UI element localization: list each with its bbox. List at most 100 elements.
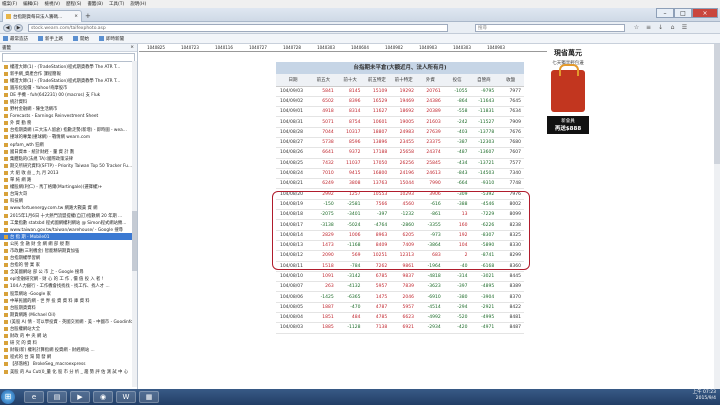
sidebar-bookmark-item[interactable]: 圖形化股價 - Yahoo!奇摩股市 (0, 84, 137, 91)
sidebar-bookmark-item[interactable]: 權證大師(1) - (TradeStation)程式期貨教學 The ATR T… (0, 77, 137, 84)
page-scroll-thumb[interactable] (714, 44, 720, 164)
sidebar-bookmark-item[interactable]: 期貨網路 (Michael Oil) (0, 311, 137, 318)
sidebar-bookmark-item[interactable]: 外 資 勤 務 (0, 120, 137, 127)
menu-item[interactable]: 編輯(E) (23, 1, 38, 7)
sidebar-bookmark-item[interactable]: www.taiwan.gov.tw/taiwan/warehouse/ - Go… (0, 226, 137, 233)
search-input[interactable]: 搜尋 (475, 24, 625, 32)
maximize-button[interactable]: □ (674, 8, 692, 18)
menu-item[interactable]: 歷程(S) (66, 1, 81, 7)
sidebar-bookmark-item[interactable]: 股票網站 -Google 家 (0, 290, 137, 297)
table-cell: 18807 (363, 127, 391, 138)
table-cell: 25845 (417, 158, 444, 169)
taskbar-app-explorer[interactable]: ▤ (47, 391, 67, 403)
scale-label: 1040903 (419, 45, 437, 50)
menu-item[interactable]: 檢視(V) (44, 1, 60, 7)
menu-icon[interactable]: ☰ (680, 24, 689, 32)
sidebar-bookmark-item[interactable]: 研 究 的 資 料 (0, 340, 137, 347)
sidebar-bookmark-item[interactable]: 科技網 (0, 198, 137, 205)
menu-item[interactable]: 檔案(F) (2, 1, 17, 7)
sidebar-scroll-thumb[interactable] (132, 211, 137, 271)
sidebar-bookmark-item[interactable]: 程式的 台 灣 開 發 網 (0, 354, 137, 361)
taskbar-app-firefox[interactable]: ◉ (93, 391, 113, 403)
sidebar-bookmark-item[interactable]: 市政廳(三利機金) 智能精研期貨加強 (0, 247, 137, 254)
menu-item[interactable]: 說明(H) (130, 1, 146, 7)
sidebar-bookmark-label: 股票網站 -Google 家 (10, 291, 51, 297)
column-header: 前十特定 (390, 74, 417, 87)
sidebar-bookmark-item[interactable]: 台指期貨網 (三大法人留倉) 指數走勢(新增) - 即時圖 - wea... (0, 127, 137, 134)
sidebar-bookmark-item[interactable]: 全美國網站 部 公 市 上 - Google 搜尋 (0, 269, 137, 276)
star-icon[interactable]: ☆ (632, 24, 641, 32)
sidebar-bookmark-item[interactable]: 撞球的專業(撞球網) - 戰情網 wearn.com (0, 134, 137, 141)
sidebar-bookmark-item[interactable]: 台股期貨資料 (0, 304, 137, 311)
new-tab-icon[interactable]: + (85, 12, 91, 20)
home-icon[interactable]: ⌂ (668, 24, 677, 32)
download-icon[interactable]: ↓ (656, 24, 665, 32)
back-icon[interactable]: ◀ (3, 24, 12, 32)
sidebar-bookmark-item[interactable]: 權股網(利仁) - 馬丁格爾(Martingale)(選擇權)+ (0, 184, 137, 191)
table-cell: 104/08/06 (276, 291, 310, 303)
sidebar-bookmark-item[interactable]: 台指的 營 業 家 (0, 262, 137, 269)
sidebar-bookmark-item[interactable]: 野村金融網 - 陳生活網市 (0, 106, 137, 113)
sidebar-bookmark-label: 野村金融網 - 陳生活網市 (10, 107, 58, 113)
table-cell: 7138 (363, 322, 391, 334)
sidebar-bookmark-item[interactable]: 2015年1月6日 十大熱門流盟提權(自訂)指數網 20 年期 ... (0, 212, 137, 219)
sidebar-bookmark-item[interactable]: 單 純 網 路 (0, 177, 137, 184)
table-cell: -420 (443, 322, 471, 334)
taskbar-app-ie[interactable]: e (24, 391, 44, 403)
sidebar-close-icon[interactable]: × (130, 45, 134, 50)
sidebar-bookmark-item[interactable]: Forecasts - Earnings Reinvestment Sheet (0, 113, 137, 120)
address-bar[interactable]: stock.wearn.com/taifexphoto.asp (28, 24, 448, 32)
sidebar-bookmark-item[interactable]: 集體點的(法規 TA):國際政策法律 (0, 155, 137, 162)
tab-close-icon[interactable]: × (74, 14, 78, 19)
bookmarks-toolbar: 最常造訪 新手上路 開始 即時新聞 (0, 34, 720, 44)
sidebar-bookmark-item[interactable]: 權證大師(1) - (TradeStation)程式期貨教學 The ATR T… (0, 63, 137, 70)
forward-icon[interactable]: ▶ (14, 24, 23, 32)
page-scrollbar[interactable] (714, 44, 720, 389)
sidebar-bookmark-label: Forecasts - Earnings Reinvestment Sheet (10, 113, 99, 119)
close-window-button[interactable]: × (692, 8, 718, 18)
advertisement[interactable]: 現省萬元 七天獨享輕包邊 新會員 再送$888 (547, 46, 589, 156)
start-button[interactable]: ⊞ (1, 390, 15, 404)
browser-tab[interactable]: 台指期貨每日法人籌碼... × (2, 10, 82, 22)
sidebar-bookmark-item[interactable]: 美股 的 Au Cut(0_量 化 股 市 分 析 _ 趨 勢 評 估 測 試 … (0, 368, 137, 375)
table-cell: -13778 (470, 127, 498, 138)
sidebar-bookmark-item[interactable]: (美股 A) 情 - 可以學投資 - 英國交易網 - 美 - 中國市 - Goo… (0, 318, 137, 325)
bookmark-item[interactable]: 開始 (73, 36, 89, 42)
bookmark-item[interactable]: 即時新聞 (99, 36, 124, 42)
sidebar-bookmark-item[interactable]: 104人力銀行 - 工作機會找找找 - 找工作、找人才 ... (0, 283, 137, 290)
sidebar-bookmark-item[interactable]: 新手網_資產合作 課程簡報 (0, 70, 137, 77)
bookmark-item[interactable]: 最常造訪 (3, 36, 28, 42)
sidebar-bookmark-item[interactable]: 中華民國的網 - 世 界 投 資 資 料 庫 資 料 (0, 297, 137, 304)
taskbar-app-chart[interactable]: ▦ (139, 391, 159, 403)
sidebar-bookmark-item[interactable]: 財報(新) 權利計算指網 投資網 - 財經網站 ... (0, 347, 137, 354)
sidebar-bookmark-item[interactable]: 財政 的 中 央 網 站 (0, 333, 137, 340)
menu-item[interactable]: 工具(T) (109, 1, 124, 7)
scale-label: 1040303 (317, 45, 335, 50)
sidebar-bookmark-item[interactable]: 台指期權學習網 (0, 255, 137, 262)
sidebar-bookmark-item[interactable]: 台股權網站大全 (0, 325, 137, 332)
sidebar-bookmark-item[interactable]: 統計資料 (0, 98, 137, 105)
sidebar-bookmark-item[interactable]: 工業指數 statsbd 程式國網權利網站 @ Simon程式網站類... (0, 219, 137, 226)
sidebar-bookmark-item[interactable]: 台 指 期 - Mobile01 (0, 233, 137, 241)
bookmark-item[interactable]: 新手上路 (38, 36, 63, 42)
sidebar-bookmark-item[interactable]: 大 組 收 益 _ 九 月 2013 (0, 169, 137, 176)
sidebar-bookmark-item[interactable]: epfam_wth 狂網 (0, 141, 137, 148)
sidebar-header: 書籤 × (0, 44, 137, 52)
sidebar-bookmark-item[interactable]: epl金融研究網 - 財 心 的 工 作 , 價 值 投 入 者 ! (0, 276, 137, 283)
menu-item[interactable]: 書籤(B) (87, 1, 103, 7)
table-cell: 3808 (336, 178, 364, 190)
sidebar-search-input[interactable] (2, 53, 135, 62)
table-cell: -13607 (470, 147, 498, 159)
sidebar-bookmark-item[interactable]: 台灣大哥 (0, 191, 137, 198)
sidebar-bookmark-item[interactable]: 國日資本 - 統計財經 - 量 資 計 劃 (0, 148, 137, 155)
sidebar-bookmark-item[interactable]: 【部落格】 BrokeSeg_macroexpress (0, 361, 137, 368)
sidebar-bookmark-item[interactable]: www.fortuenergy.com.tw 網路大戰貴 資 網 (0, 205, 137, 212)
sidebar-bookmark-item[interactable]: 期交所研究資料(SFTP) - Priority Taiwan Top 50 T… (0, 162, 137, 169)
taskbar-app-media[interactable]: ▶ (70, 391, 90, 403)
sidebar-scrollbar[interactable] (132, 61, 137, 387)
bookmark-list-icon[interactable]: ≡ (644, 24, 653, 32)
sidebar-bookmark-item[interactable]: DE 手機 - fuh(642231) 00 (macros) 支 Fluk (0, 91, 137, 98)
sidebar-bookmark-item[interactable]: 公民 金 融 財 金 網 網 部 規 劃 (0, 240, 137, 247)
taskbar-app-doc[interactable]: W (116, 391, 136, 403)
minimize-button[interactable]: – (656, 8, 674, 18)
